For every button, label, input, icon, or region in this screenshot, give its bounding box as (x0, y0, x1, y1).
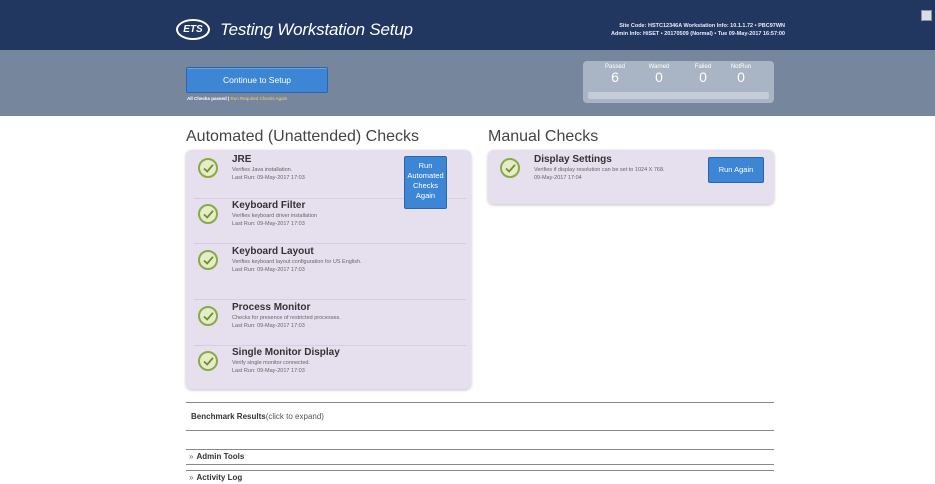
benchmark-results-title: Benchmark Results (191, 412, 266, 421)
count-warned: Warned 0 (639, 64, 679, 84)
expand-arrow-icon: » (189, 452, 194, 461)
activity-log-title: Activity Log (196, 473, 243, 482)
count-value: 0 (699, 69, 707, 85)
benchmark-expand-hint: (click to expand) (265, 412, 324, 421)
admin-info-line: Admin Info: HiSET • 20170509 (Normal) • … (610, 31, 785, 37)
window-minimize-button[interactable] (921, 10, 932, 21)
check-name: Display Settings (534, 154, 612, 165)
check-last-run: Last Run: 09-May-2017 17:03 (232, 266, 305, 273)
check-name: JRE (232, 154, 252, 165)
check-description: Checks for presence of restricted proces… (232, 315, 390, 330)
check-description: Verifies keyboard layout configuration f… (232, 259, 390, 274)
expand-arrow-icon: » (189, 473, 194, 482)
check-item-single-monitor-display: Single Monitor Display Verify single mon… (194, 345, 466, 387)
check-description: Verifies Java installation. Last Run: 09… (232, 167, 390, 182)
status-band (0, 50, 935, 116)
admin-tools-title: Admin Tools (196, 452, 245, 461)
continue-to-setup-button[interactable]: Continue to Setup (186, 67, 328, 93)
activity-log-header[interactable]: » Activity Log (189, 473, 242, 482)
admin-tools-expander[interactable]: » Admin Tools (186, 449, 774, 465)
check-passed-icon (198, 306, 218, 326)
result-counts-panel: Passed 6 Warned 0 Failed 0 NotRun 0 (583, 61, 774, 103)
checks-status-line: All Checks passed | Run Required Checks … (187, 96, 287, 101)
automated-checks-title: Automated (Unattended) Checks (186, 128, 420, 145)
check-name: Keyboard Filter (232, 200, 306, 211)
count-value: 6 (611, 69, 619, 85)
activity-log-expander[interactable]: » Activity Log (186, 470, 774, 484)
count-notrun: NotRun 0 (721, 64, 761, 84)
check-last-run: Last Run: 09-May-2017 17:03 (232, 220, 305, 227)
site-code-line: Site Code: HSTC12346A Workstation Info: … (619, 23, 785, 29)
check-name: Single Monitor Display (232, 347, 340, 358)
run-required-checks-link[interactable]: Run Required Checks Again (231, 96, 288, 101)
run-again-button[interactable]: Run Again (708, 157, 764, 183)
ets-logo: ETS (176, 19, 210, 40)
check-description: Verify single monitor connected. Last Ru… (232, 360, 390, 375)
check-passed-icon (198, 351, 218, 371)
check-description: Verifies if display resolution can be se… (534, 167, 679, 182)
check-desc-text: Verifies keyboard driver installation (232, 213, 317, 219)
count-passed: Passed 6 (595, 64, 635, 84)
top-header-bar (0, 0, 935, 50)
admin-tools-header[interactable]: » Admin Tools (189, 452, 244, 461)
all-checks-passed-text: All Checks passed | (187, 96, 230, 101)
check-item-process-monitor: Process Monitor Checks for presence of r… (194, 300, 466, 346)
manual-checks-title: Manual Checks (488, 128, 599, 145)
check-passed-icon (198, 204, 218, 224)
check-desc-text: Verifies Java installation. (232, 167, 293, 173)
count-value: 0 (655, 69, 663, 85)
check-desc-text: Verify single monitor connected. (232, 360, 310, 366)
check-last-run: Last Run: 09-May-2017 17:03 (232, 367, 305, 374)
benchmark-results-expander[interactable]: Benchmark Results(click to expand) (186, 402, 774, 431)
check-passed-icon (198, 250, 218, 270)
check-desc-text: Checks for presence of restricted proces… (232, 315, 341, 321)
app-title: Testing Workstation Setup (220, 20, 413, 39)
check-passed-icon (500, 158, 520, 178)
check-name: Process Monitor (232, 302, 311, 313)
count-failed: Failed 0 (683, 64, 723, 84)
check-last-run: 09-May-2017 17:04 (534, 174, 582, 181)
count-value: 0 (737, 69, 745, 85)
check-desc-text: Verifies if display resolution can be se… (534, 167, 665, 173)
check-passed-icon (198, 158, 218, 178)
check-description: Verifies keyboard driver installation La… (232, 213, 390, 228)
check-name: Keyboard Layout (232, 246, 314, 257)
check-desc-text: Verifies keyboard layout configuration f… (232, 259, 362, 265)
check-item-keyboard-layout: Keyboard Layout Verifies keyboard layout… (194, 244, 466, 300)
run-automated-checks-button[interactable]: Run Automated Checks Again (404, 156, 447, 209)
check-last-run: Last Run: 09-May-2017 17:03 (232, 174, 305, 181)
check-last-run: Last Run: 09-May-2017 17:03 (232, 322, 305, 329)
check-item-display-settings: Display Settings Verifies if display res… (496, 152, 696, 202)
site-info: Site Code: HSTC12346A Workstation Info: … (611, 22, 785, 38)
benchmark-results-header[interactable]: Benchmark Results(click to expand) (191, 412, 324, 421)
counts-progress-bar (588, 92, 769, 99)
